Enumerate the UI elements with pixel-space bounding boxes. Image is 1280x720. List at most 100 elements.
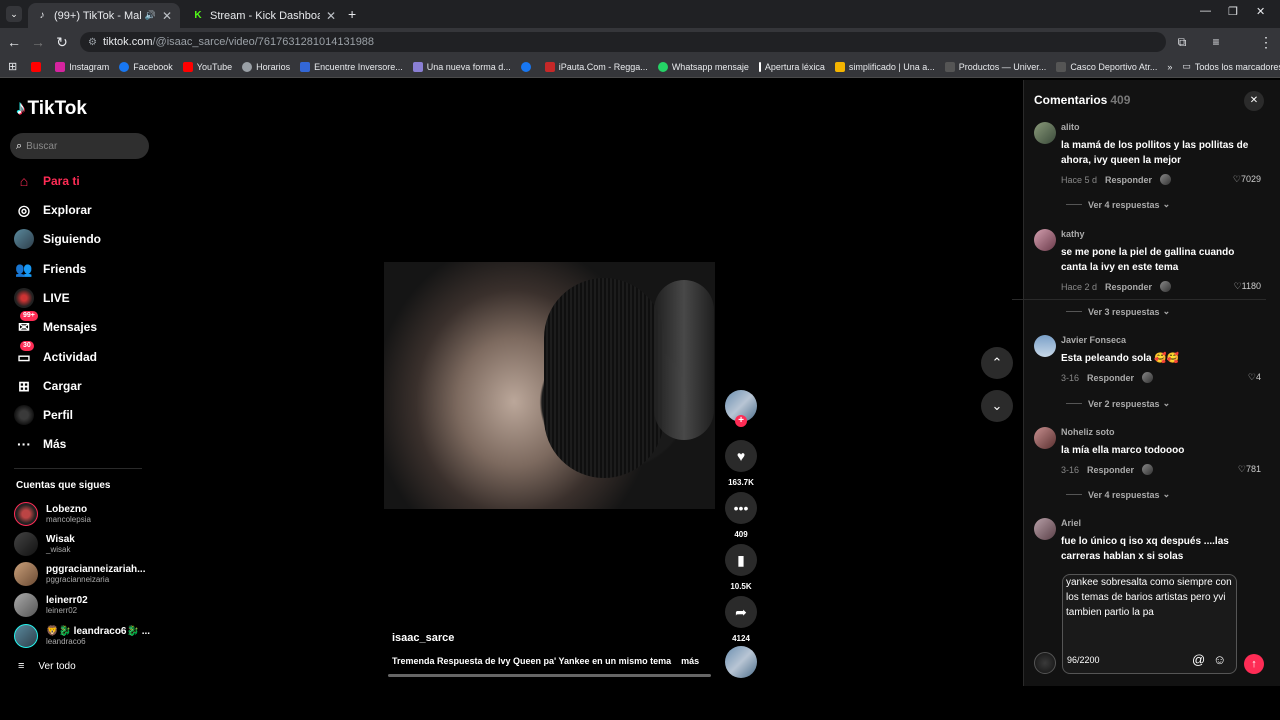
bookmark-icon[interactable]: ▮ [725, 544, 757, 576]
close-window-button[interactable]: ✕ [1256, 5, 1265, 18]
save-action[interactable]: ▮ 10.5K [725, 544, 757, 591]
tiktok-logo[interactable]: ♪ TikTok [16, 98, 87, 120]
send-button[interactable]: ↑ [1244, 654, 1264, 674]
chevron-up-icon[interactable]: ⌃ [981, 347, 1013, 379]
reply-button[interactable]: Responder [1087, 373, 1134, 383]
bookmark-apertura[interactable]: Apertura léxica [758, 61, 825, 72]
bookmark-ipauta[interactable]: iPauta.Com - Regga... [544, 61, 648, 72]
following-account[interactable]: pggracianneizariah... pggracianneizaria [14, 562, 145, 586]
follow-plus-icon[interactable]: + [735, 415, 747, 427]
nav-cargar[interactable]: ⊞ Cargar [14, 374, 82, 398]
bookmark-facebook[interactable]: Facebook [119, 61, 173, 72]
nav-siguiendo[interactable]: Siguiendo [14, 227, 101, 251]
comment-input-text[interactable]: yankee sobresalta como siempre con los t… [1066, 575, 1234, 620]
avatar[interactable] [1034, 335, 1056, 357]
bookmark-youtube[interactable]: YouTube [182, 61, 232, 72]
comment-user[interactable]: Ariel [1061, 518, 1081, 528]
comment-user[interactable]: kathy [1061, 229, 1085, 239]
close-tab-icon[interactable]: ✕ [326, 9, 336, 23]
bookmark-productos[interactable]: Productos — Univer... [944, 61, 1046, 72]
comment-user[interactable]: Noheliz soto [1061, 427, 1115, 437]
reply-button[interactable]: Responder [1105, 282, 1152, 292]
comment-likes[interactable]: ♡7029 [1233, 174, 1261, 185]
nav-perfil[interactable]: Perfil [14, 403, 73, 427]
reply-button[interactable]: Responder [1087, 465, 1134, 475]
bookmark-label: Facebook [133, 61, 173, 72]
nav-live[interactable]: LIVE [14, 286, 70, 310]
bookmark-simplificado[interactable]: simplificado | Una a... [834, 61, 935, 72]
avatar[interactable] [1034, 427, 1056, 449]
comment-user[interactable]: alito [1061, 122, 1080, 132]
music-disc[interactable] [725, 646, 757, 678]
share-action[interactable]: ➦ 4124 [725, 596, 757, 643]
bookmark-casco[interactable]: Casco Deportivo Atr... [1056, 61, 1157, 72]
nav-explorar[interactable]: ◎ Explorar [14, 198, 92, 222]
bookmark-nueva-forma[interactable]: Una nueva forma d... [412, 61, 511, 72]
reload-button[interactable]: ↻ [54, 34, 70, 50]
bookmark-facebook-2-icon[interactable] [520, 61, 535, 72]
view-replies-button[interactable]: Ver 3 respuestas ⌄ [1066, 306, 1170, 317]
new-tab-button[interactable]: + [348, 6, 356, 22]
all-bookmarks[interactable]: ▭ Todos los marcadores [1182, 61, 1280, 72]
following-account[interactable]: 🦁🐉 leandraco6🐉 ... leandraco6 [14, 624, 150, 648]
nav-mensajes[interactable]: ✉ 99+ Mensajes [14, 311, 97, 339]
nav-mas[interactable]: ··· Más [14, 432, 66, 456]
maximize-button[interactable]: ❐ [1228, 5, 1238, 18]
bookmark-encuentre[interactable]: Encuentre Inversore... [300, 61, 403, 72]
heart-icon[interactable]: ♥ [725, 440, 757, 472]
bookmark-youtube-icon[interactable] [31, 61, 45, 72]
chevron-down-icon[interactable]: ⌄ [981, 390, 1013, 422]
minimize-button[interactable]: — [1200, 5, 1211, 17]
activity-badge: 30 [20, 341, 34, 351]
like-action[interactable]: ♥ 163.7K [725, 440, 757, 487]
nav-para-ti[interactable]: ⌂ Para ti [14, 169, 80, 193]
view-replies-button[interactable]: Ver 4 respuestas ⌄ [1066, 199, 1170, 210]
more-button[interactable]: más [681, 656, 699, 666]
bookmark-horarios[interactable]: Horarios [242, 61, 290, 72]
nav-friends[interactable]: 👥 Friends [14, 257, 86, 281]
view-replies-button[interactable]: Ver 2 respuestas ⌄ [1066, 398, 1170, 409]
site-info-icon[interactable]: ⚙ [88, 37, 97, 48]
media-icon[interactable]: ≡ [1208, 34, 1224, 50]
tab-search-button[interactable]: ⌄ [6, 6, 22, 22]
mention-icon[interactable]: @ [1192, 652, 1205, 667]
comment-likes[interactable]: ♡4 [1248, 372, 1261, 383]
video-progress-bar[interactable] [388, 674, 711, 677]
see-all-button[interactable]: ≡ Ver todo [18, 660, 76, 672]
comment-user[interactable]: Javier Fonseca [1061, 335, 1126, 345]
comment-icon[interactable]: ••• [725, 492, 757, 524]
following-account[interactable]: leinerr02 leinerr02 [14, 593, 88, 617]
menu-icon[interactable]: ⋮ [1258, 34, 1274, 50]
more-bookmarks-icon[interactable]: » [1167, 62, 1172, 72]
extensions-icon[interactable]: ⧉ [1174, 34, 1190, 50]
bookmark-whatsapp[interactable]: Whatsapp mensaje [657, 61, 749, 72]
divider [14, 468, 142, 469]
avatar[interactable] [1034, 229, 1056, 251]
apps-icon[interactable]: ⊞ [8, 60, 17, 73]
emoji-icon[interactable]: ☺ [1213, 652, 1226, 667]
address-bar[interactable]: ⚙ tiktok.com/@isaac_sarce/video/76176312… [80, 32, 1166, 52]
search-input[interactable]: ⌕ Buscar [10, 133, 149, 159]
back-button[interactable]: ← [6, 34, 22, 50]
view-replies-button[interactable]: Ver 4 respuestas ⌄ [1066, 489, 1170, 500]
like-count: 4 [1255, 372, 1261, 382]
reply-button[interactable]: Responder [1105, 175, 1152, 185]
account-handle: _wisak [46, 545, 71, 554]
forward-button[interactable]: → [30, 34, 46, 50]
tab-tiktok[interactable]: ♪ (99+) TikTok - Make Your Day 🔊 ✕ [28, 3, 180, 28]
video-author[interactable]: isaac_sarce [392, 632, 454, 644]
avatar[interactable] [1034, 122, 1056, 144]
speaker-icon[interactable]: 🔊 [145, 10, 156, 21]
tab-kick[interactable]: K Stream - Kick Dashboard ✕ [184, 3, 344, 28]
comment-likes[interactable]: ♡1180 [1234, 281, 1261, 292]
close-icon[interactable]: ✕ [1244, 91, 1264, 111]
share-icon[interactable]: ➦ [725, 596, 757, 628]
comment-likes[interactable]: ♡781 [1238, 464, 1261, 475]
following-account[interactable]: Lobezno mancolepsia [14, 502, 91, 526]
following-account[interactable]: Wisak _wisak [14, 532, 75, 556]
bookmark-instagram[interactable]: Instagram [55, 61, 109, 72]
avatar[interactable] [1034, 518, 1056, 540]
nav-actividad[interactable]: ▭ 30 Actividad [14, 341, 97, 369]
comment-action[interactable]: ••• 409 [725, 492, 757, 539]
close-tab-icon[interactable]: ✕ [162, 9, 172, 23]
